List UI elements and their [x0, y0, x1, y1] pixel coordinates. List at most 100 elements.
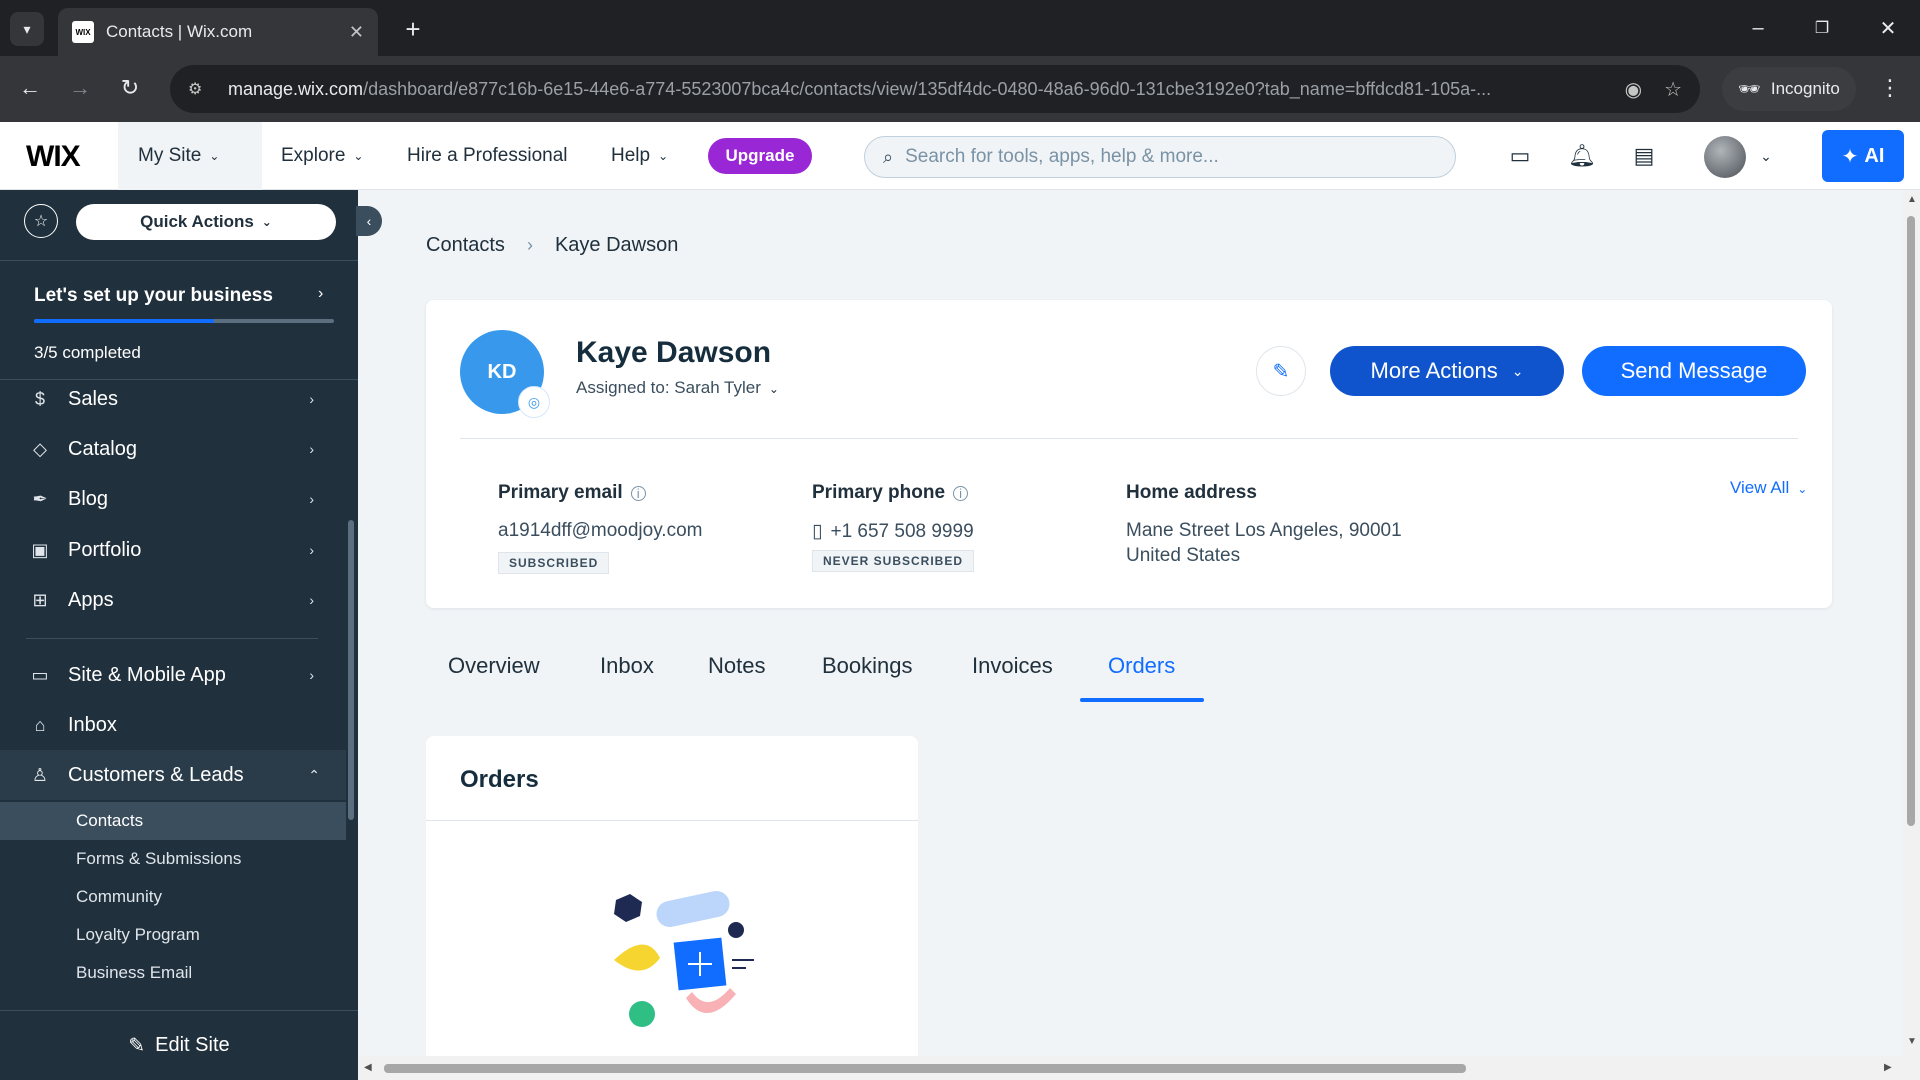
address-line-2: United States: [1126, 545, 1241, 566]
sidebar-subitem-contacts[interactable]: Contacts: [0, 802, 346, 840]
orders-divider: [426, 820, 918, 821]
search-input[interactable]: ⌕ Search for tools, apps, help & more...: [864, 136, 1456, 178]
notifications-bell-icon[interactable]: 🔔︎: [1566, 140, 1598, 172]
setup-progress-panel[interactable]: Let's set up your business › 3/5 complet…: [0, 260, 358, 380]
empty-orders-illustration: [614, 891, 754, 1027]
tab-overview[interactable]: Overview: [448, 628, 540, 704]
restore-icon[interactable]: ❐: [1800, 10, 1844, 46]
info-icon[interactable]: i: [630, 485, 646, 501]
back-icon[interactable]: ←: [12, 70, 48, 106]
sidebar-item-blog[interactable]: ✒ Blog ›: [0, 474, 340, 524]
quick-actions-label: Quick Actions: [140, 212, 254, 231]
chat-icon[interactable]: ▭: [1504, 140, 1536, 172]
sidebar-item-customers-leads[interactable]: ♙ Customers & Leads ⌃: [0, 750, 346, 800]
info-icon[interactable]: i: [953, 485, 969, 501]
chevron-down-icon[interactable]: ⌄: [1750, 140, 1782, 172]
close-tab-icon[interactable]: ✕: [349, 22, 364, 43]
eye-slash-icon[interactable]: ◉: [1625, 77, 1642, 102]
assigned-to-dropdown[interactable]: Assigned to: Sarah Tyler ⌄: [576, 378, 779, 398]
chevron-up-icon: ⌃: [308, 766, 320, 783]
tab-invoices[interactable]: Invoices: [972, 628, 1053, 704]
explore-menu[interactable]: Explore ⌄: [281, 122, 363, 190]
sidebar-item-label: Sales: [68, 387, 119, 410]
sidebar-item-inbox[interactable]: ⌂ Inbox: [0, 700, 340, 750]
active-tab-indicator: [1080, 698, 1204, 702]
horizontal-scroll-thumb[interactable]: [384, 1064, 1466, 1073]
chevron-right-icon: ›: [309, 391, 314, 407]
apps-grid-icon: ⊞: [32, 589, 48, 610]
browser-tab[interactable]: WIX Contacts | Wix.com ✕: [58, 8, 378, 56]
explore-label: Explore: [281, 145, 346, 166]
forward-icon[interactable]: →: [62, 70, 98, 106]
site-settings-icon[interactable]: ⚙: [188, 79, 210, 99]
tab-notes[interactable]: Notes: [708, 628, 765, 704]
scroll-down-icon[interactable]: ▼: [1907, 1036, 1917, 1047]
primary-phone-value[interactable]: ▯ +1 657 508 9999: [812, 520, 974, 543]
chevron-down-icon: ⌄: [209, 149, 220, 163]
sidebar-item-portfolio[interactable]: ▣ Portfolio ›: [0, 525, 340, 575]
tab-orders[interactable]: Orders: [1108, 628, 1175, 704]
vertical-scroll-thumb[interactable]: [1907, 216, 1915, 826]
edit-contact-pencil-icon[interactable]: ✎: [1256, 346, 1306, 396]
scroll-up-icon[interactable]: ▲: [1907, 194, 1917, 205]
account-avatar[interactable]: [1704, 136, 1746, 178]
tab-bookings[interactable]: Bookings: [822, 628, 913, 704]
url-text: manage.wix.com/dashboard/e877c16b-6e15-4…: [228, 78, 1492, 99]
sidebar-item-label: Blog: [68, 487, 109, 510]
send-message-button[interactable]: Send Message: [1582, 346, 1806, 396]
chevron-down-icon: ⌄: [768, 382, 779, 396]
sidebar-subitem-community[interactable]: Community: [0, 878, 346, 916]
tab-inbox[interactable]: Inbox: [600, 628, 654, 704]
horizontal-scrollbar[interactable]: ◀ ▶: [358, 1056, 1902, 1080]
incognito-indicator[interactable]: 🕶 Incognito: [1722, 67, 1856, 111]
address-bar[interactable]: ⚙ manage.wix.com/dashboard/e877c16b-6e15…: [170, 65, 1700, 113]
my-site-menu[interactable]: My Site ⌄: [118, 122, 262, 190]
sidebar-item-catalog[interactable]: ◇ Catalog ›: [0, 424, 340, 474]
sidebar-item-sales[interactable]: $ Sales ›: [0, 374, 340, 424]
scroll-right-icon[interactable]: ▶: [1884, 1062, 1892, 1073]
new-tab-icon[interactable]: +: [396, 12, 430, 46]
browser-toolbar: ← → ↻ ⚙ manage.wix.com/dashboard/e877c16…: [0, 56, 1920, 122]
blog-pen-icon: ✒: [32, 488, 48, 509]
sidebar-scrollbar[interactable]: [348, 520, 354, 820]
primary-email-label: Primary email i: [498, 482, 646, 504]
vertical-scrollbar[interactable]: ▲ ▼: [1902, 190, 1920, 1080]
hire-professional-link[interactable]: Hire a Professional: [407, 122, 568, 190]
chevron-right-icon: ›: [309, 667, 314, 683]
window-close-icon[interactable]: ✕: [1866, 10, 1910, 46]
sidebar-item-site-mobile-app[interactable]: ▭ Site & Mobile App ›: [0, 650, 340, 700]
sidebar-subitem-business-email[interactable]: Business Email: [0, 954, 346, 992]
news-feed-icon[interactable]: ▤: [1628, 140, 1660, 172]
phone-label-text: Primary phone: [812, 482, 946, 503]
sidebar-item-apps[interactable]: ⊞ Apps ›: [0, 575, 340, 625]
home-address-label: Home address: [1126, 482, 1257, 503]
bookmark-star-icon[interactable]: ☆: [1664, 77, 1682, 102]
wix-logo[interactable]: WIX: [26, 140, 81, 174]
primary-email-value[interactable]: a1914dff@moodjoy.com: [498, 520, 702, 542]
more-actions-button[interactable]: More Actions ⌄: [1330, 346, 1564, 396]
quick-actions-button[interactable]: Quick Actions ⌄: [76, 204, 336, 240]
chevron-down-icon: ⌄: [261, 215, 272, 229]
favorites-star-icon[interactable]: ☆: [24, 204, 58, 238]
sidebar-subitem-forms[interactable]: Forms & Submissions: [0, 840, 346, 878]
ai-label: AI: [1864, 144, 1885, 167]
breadcrumb-contacts-link[interactable]: Contacts: [426, 234, 505, 257]
help-menu[interactable]: Help ⌄: [611, 122, 668, 190]
view-all-link[interactable]: View All ⌄: [1730, 478, 1807, 498]
chevron-right-icon: ›: [309, 542, 314, 558]
edit-site-button[interactable]: ✎ Edit Site: [0, 1010, 358, 1080]
sidebar-subitem-loyalty[interactable]: Loyalty Program: [0, 916, 346, 954]
sidebar-item-label: Portfolio: [68, 538, 142, 561]
breadcrumb-current: Kaye Dawson: [554, 234, 679, 256]
chevron-right-icon: ›: [318, 285, 324, 302]
upgrade-button[interactable]: Upgrade: [708, 138, 812, 174]
camera-icon[interactable]: ◎: [518, 386, 550, 418]
reload-icon[interactable]: ↻: [112, 70, 148, 106]
tab-search-button[interactable]: ▾: [10, 12, 44, 46]
wix-favicon-icon: WIX: [72, 21, 94, 43]
scroll-left-icon[interactable]: ◀: [364, 1062, 372, 1073]
ai-assistant-button[interactable]: ✦ AI: [1822, 130, 1904, 182]
chevron-right-icon: ›: [309, 592, 314, 608]
minimize-icon[interactable]: –: [1736, 10, 1780, 46]
browser-menu-icon[interactable]: ⋮: [1872, 70, 1908, 106]
